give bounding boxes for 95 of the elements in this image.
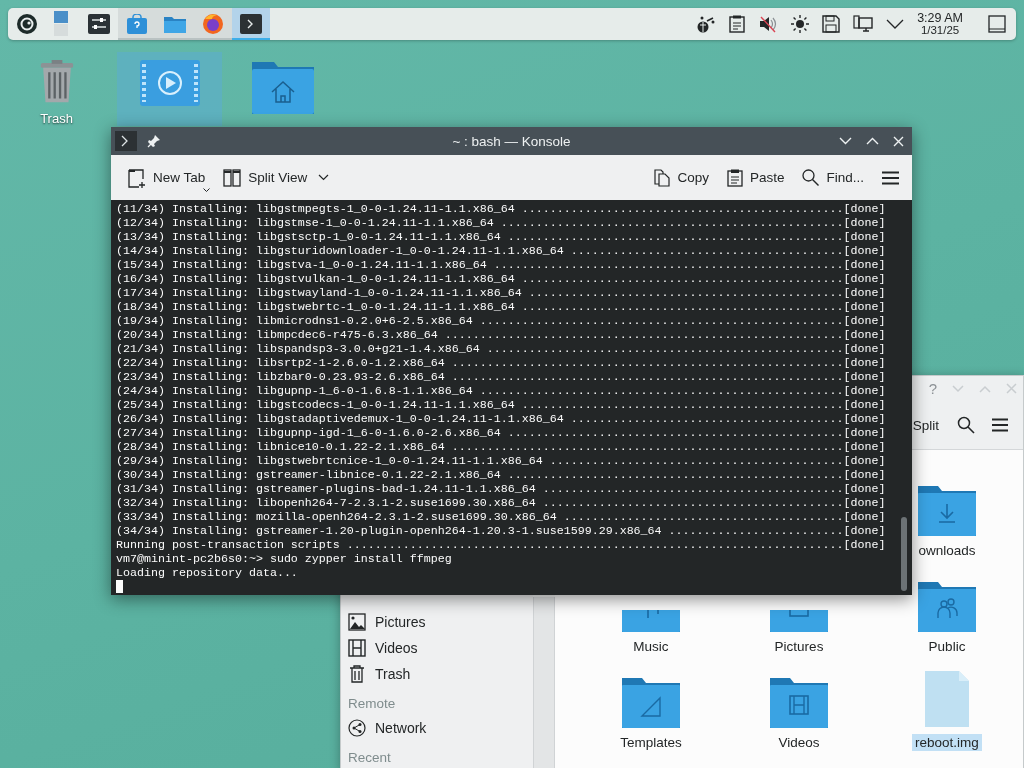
clock-date: 1/31/25 xyxy=(920,24,960,36)
terminal-line: (24/34) Installing: libgupnp-1_6-0-1.6.8-1.1.x86_64 ....................................................[done] xyxy=(116,384,886,398)
film-icon xyxy=(348,639,366,657)
terminal-line: (26/34) Installing: libgstadaptivedemux-1_0-0-1.24.11-1.1.x86_64 .......................................[done] xyxy=(116,412,886,426)
chevron-icon xyxy=(318,174,330,181)
terminal-line: (21/34) Installing: libspandsp3-3.0.0+g21-1.4.x86_64 ...................................................[done] xyxy=(116,342,886,356)
templates-folder-icon[interactable] xyxy=(622,676,680,728)
split-view-button[interactable]: Split View xyxy=(220,164,333,191)
file-name[interactable]: Public xyxy=(925,638,969,655)
shopping-bag-icon xyxy=(127,14,147,34)
terminal-icon xyxy=(240,14,262,34)
search-icon xyxy=(802,169,820,186)
clipboard-icon[interactable] xyxy=(729,15,746,33)
sidebar-item[interactable]: Network xyxy=(341,715,533,741)
file-name[interactable]: ownloads xyxy=(915,542,979,559)
public-folder-icon[interactable] xyxy=(918,580,976,632)
terminal-line: (23/34) Installing: libzbar0-0.23.93-2.6.x86_64 ........................................................[done] xyxy=(116,370,886,384)
split-button[interactable]: Split xyxy=(910,417,941,433)
trash-icon xyxy=(348,665,366,683)
menu-icon xyxy=(882,170,899,185)
terminal-line: Loading repository data... xyxy=(116,566,298,580)
computer-icon[interactable] xyxy=(853,15,874,33)
menu-icon[interactable] xyxy=(991,418,1009,432)
clock[interactable]: 3:29 AM 1/31/25 xyxy=(917,12,963,36)
home-folder-icon xyxy=(251,60,314,114)
terminal-line: (29/34) Installing: libgstwebrtcnice-1_0-0-1.24.11-1.1.x86_64 ..........................................[done] xyxy=(116,454,886,468)
paste-button[interactable]: Paste xyxy=(723,164,788,191)
sidebar-item-label: Network xyxy=(375,720,427,736)
network-icon[interactable] xyxy=(696,15,717,33)
terminal-line: (32/34) Installing: libopenh264-7-2.3.1-2.suse1699.30.x86_64 ...........................................[done] xyxy=(116,496,886,510)
terminal-line: (27/34) Installing: libgupnp-igd-1_6-0-1.6.0-2.6.x86_64 ................................................[done] xyxy=(116,426,886,440)
terminal-line: (18/34) Installing: libgstwebrtc-1_0-0-1.24.11-1.1.x86_64 ..............................................[done] xyxy=(116,300,886,314)
terminal-line: (33/34) Installing: mozilla-openh264-2.3.1-2.suse1699.30.x86_64 ........................................[done] xyxy=(116,510,886,524)
new-tab-button[interactable]: New Tab xyxy=(125,163,209,192)
pager-icon xyxy=(54,11,68,37)
videos-folder-icon[interactable] xyxy=(770,676,828,728)
terminal-line: Running post-transaction scripts .......................................................................[done] xyxy=(116,538,886,552)
scrollbar-thumb[interactable] xyxy=(901,517,907,591)
browser-icon xyxy=(202,13,224,35)
muted-speaker-icon[interactable] xyxy=(758,15,779,33)
terminal-line: (11/34) Installing: libgstmpegts-1_0-0-1.24.11-1.1.x86_64 ..............................................[done] xyxy=(116,202,886,216)
new-tab-icon xyxy=(128,167,146,188)
copy-button[interactable]: Copy xyxy=(651,164,712,191)
file-name[interactable]: reboot.img xyxy=(912,734,982,751)
pin-icon[interactable] xyxy=(147,134,161,148)
terminal-line: (15/34) Installing: libgstva-1_0-0-1.24.11-1.1.x86_64 ..................................................[done] xyxy=(116,258,886,272)
file-name[interactable]: Templates xyxy=(617,734,685,751)
section-header: Recent xyxy=(347,748,392,767)
clipboard-icon xyxy=(726,168,743,187)
sidebar-item[interactable]: Videos xyxy=(341,635,533,661)
terminal-line: (28/34) Installing: libnice10-0.1.22-2.1.x86_64 ........................................................[done] xyxy=(116,440,886,454)
file-icon xyxy=(924,670,970,728)
terminal-line: (14/34) Installing: libgsturidownloader-1_0-0-1.24.11-1.1.x86_64 .......................................[done] xyxy=(116,244,886,258)
terminal-launcher[interactable] xyxy=(232,8,270,40)
terminal-line: (12/34) Installing: libgstmse-1_0-0-1.24.11-1.1.x86_64 .................................................[done] xyxy=(116,216,886,230)
split-view-icon xyxy=(223,168,242,187)
sidebar-item[interactable]: Trash xyxy=(341,661,533,687)
terminal-line: (16/34) Installing: libgstvulkan-1_0-0-1.24.11-1.1.x86_64 ..............................................[done] xyxy=(116,272,886,286)
terminal-line: (20/34) Installing: libmpcdec6-r475-6.3.x86_64 .........................................................[done] xyxy=(116,328,886,342)
show-desktop-icon[interactable] xyxy=(988,15,1006,33)
terminal-line: (17/34) Installing: libgstwayland-1_0-0-1.24.11-1.1.x86_64 .............................................[done] xyxy=(116,286,886,300)
file-name[interactable]: Music xyxy=(630,638,672,655)
sidebar-item-label: Pictures xyxy=(375,614,426,630)
sliders-icon xyxy=(88,14,110,34)
sidebar-item-label: Trash xyxy=(375,666,411,682)
caret-icon xyxy=(203,187,211,192)
expand-icon[interactable] xyxy=(886,18,905,30)
terminal-line: (25/34) Installing: libgstcodecs-1_0-0-1.24.11-1.1.x86_64 ..............................................[done] xyxy=(116,398,886,412)
copy-icon xyxy=(654,168,671,187)
search-icon[interactable] xyxy=(957,416,975,434)
terminal-line: (13/34) Installing: libgstsctp-1_0-0-1.24.11-1.1.x86_64 ................................................[done] xyxy=(116,230,886,244)
file-name[interactable]: Pictures xyxy=(771,638,827,655)
browser-launcher[interactable] xyxy=(194,8,232,40)
brightness-icon[interactable] xyxy=(791,15,810,33)
folder-icon xyxy=(164,15,186,33)
app-menu-icon xyxy=(16,13,38,35)
downloads-folder-icon[interactable] xyxy=(918,484,976,536)
terminal-icon xyxy=(115,131,137,151)
sidebar-item-label: Videos xyxy=(375,640,418,656)
sidebar-item[interactable]: Pictures xyxy=(341,609,533,635)
terminal-line: (31/34) Installing: gstreamer-plugins-bad-1.24.11-1.1.x86_64 ...........................................[done] xyxy=(116,482,886,496)
desktop-icon-label: Trash xyxy=(40,111,73,126)
terminal-line: (19/34) Installing: libmicrodns1-0.2.0+6-2.5.x86_64 ....................................................[done] xyxy=(116,314,886,328)
terminal-line: (30/34) Installing: gstreamer-libnice-0.1.22-2.1.x86_64 ................................................[done] xyxy=(116,468,886,482)
clock-time: 3:29 AM xyxy=(917,12,963,24)
terminal-line: (34/34) Installing: gstreamer-1.20-plugin-openh264-1.20.3-1.suse1599.29.x86_64 .........................[done] xyxy=(116,524,886,538)
terminal-line: vm7@minint-pc2b6s0:~> sudo zypper install ffmpeg xyxy=(116,552,452,566)
file-name[interactable]: Videos xyxy=(775,734,823,751)
window-title: ~ : bash — Konsole xyxy=(452,133,571,149)
find-button[interactable]: Find... xyxy=(799,165,867,190)
share-icon xyxy=(348,719,366,737)
image-icon xyxy=(348,613,366,631)
section-header: Remote xyxy=(347,694,397,713)
video-file-icon xyxy=(139,60,200,106)
terminal-line: (22/34) Installing: libsrtp2-1-2.6.0-1.2.x86_64 ........................................................[done] xyxy=(116,356,886,370)
